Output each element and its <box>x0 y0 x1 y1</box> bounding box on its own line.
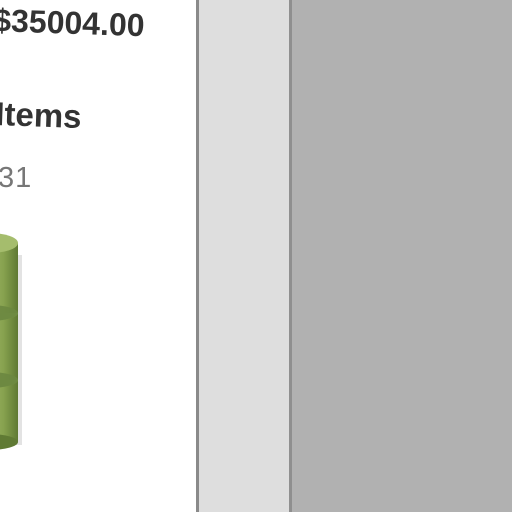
stacked-cylinders-icon <box>0 225 22 455</box>
items-count: 31 <box>0 162 33 194</box>
price-value: $35004.00 <box>0 2 146 44</box>
summary-card: $35004.00 Items 31 <box>0 0 197 512</box>
divider-strip <box>199 0 289 512</box>
items-heading: Items <box>0 95 83 135</box>
overlay-panel <box>292 0 512 512</box>
